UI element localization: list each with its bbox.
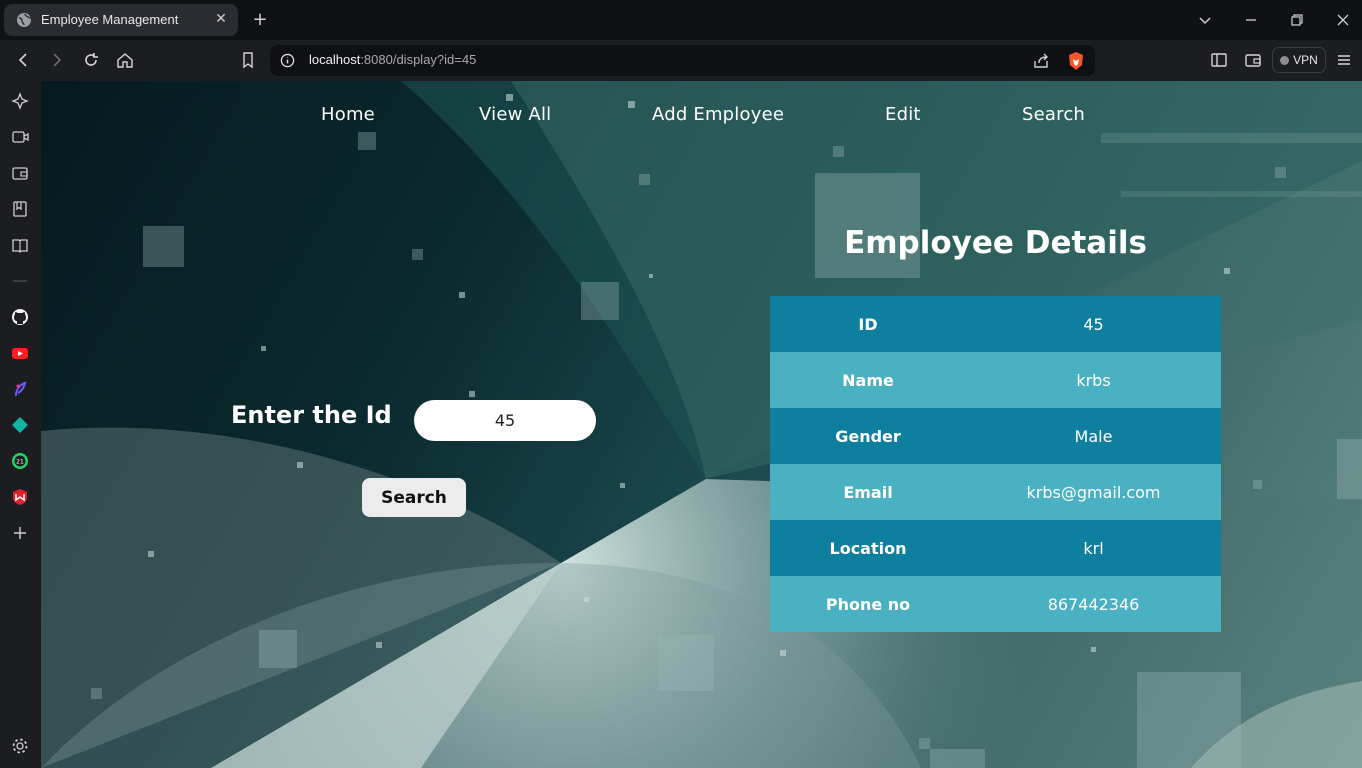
add-panel-icon[interactable]	[11, 524, 29, 542]
settings-icon[interactable]	[11, 737, 29, 755]
page-viewport: Home View All Add Employee Edit Search E…	[41, 81, 1362, 768]
wallet-icon[interactable]	[11, 164, 29, 182]
field-label: Phone no	[770, 576, 966, 632]
field-label: Email	[770, 464, 966, 520]
url-host: localhost	[309, 52, 361, 67]
video-icon[interactable]	[11, 128, 29, 146]
minimize-icon[interactable]	[1241, 10, 1261, 30]
id-input[interactable]	[414, 400, 596, 441]
share-icon[interactable]	[1032, 52, 1050, 70]
nav-edit[interactable]: Edit	[885, 104, 921, 125]
url-text: localhost:8080/display?id=45	[309, 52, 476, 67]
github-icon[interactable]	[11, 308, 29, 326]
reading-list-icon[interactable]	[11, 236, 29, 254]
vpn-label: VPN	[1293, 53, 1318, 67]
employee-details-table: ID 45 Name krbs Gender Male Email krbs@g…	[770, 296, 1221, 632]
restore-icon[interactable]	[1287, 10, 1307, 30]
table-row: Location krl	[770, 520, 1221, 576]
brave-shields-icon[interactable]	[1067, 51, 1085, 71]
diamond-app-icon[interactable]	[11, 416, 29, 434]
svg-text:21: 21	[16, 459, 24, 466]
chevron-down-icon[interactable]	[1195, 10, 1215, 30]
new-tab-icon[interactable]: +	[250, 10, 270, 30]
back-icon[interactable]	[13, 50, 33, 70]
employee-details-title: Employee Details	[844, 225, 1147, 261]
bookmark-icon[interactable]	[238, 50, 258, 70]
field-value: 45	[966, 296, 1221, 352]
field-value: krl	[966, 520, 1221, 576]
table-row: Email krbs@gmail.com	[770, 464, 1221, 520]
nav-add-employee[interactable]: Add Employee	[652, 104, 784, 125]
leo-ai-icon[interactable]	[11, 92, 29, 110]
table-row: Phone no 867442346	[770, 576, 1221, 632]
field-label: ID	[770, 296, 966, 352]
nav-home[interactable]: Home	[321, 104, 375, 125]
whatsapp-icon[interactable]: 21	[11, 452, 29, 470]
search-button[interactable]: Search	[362, 478, 466, 517]
address-bar[interactable]: localhost:8080/display?id=45	[270, 45, 1095, 76]
field-value: 867442346	[966, 576, 1221, 632]
wallet-icon[interactable]	[1243, 50, 1263, 70]
divider-icon	[13, 280, 27, 282]
forward-icon[interactable]	[47, 50, 67, 70]
close-tab-icon[interactable]: ✕	[212, 10, 230, 28]
bookmarks-icon[interactable]	[11, 200, 29, 218]
table-row: Name krbs	[770, 352, 1221, 408]
browser-sidebar: 21	[0, 81, 41, 768]
reload-icon[interactable]	[81, 50, 101, 70]
field-value: krbs	[966, 352, 1221, 408]
mcafee-icon[interactable]	[11, 488, 29, 506]
enter-id-label: Enter the Id	[231, 401, 392, 429]
table-row: Gender Male	[770, 408, 1221, 464]
field-label: Gender	[770, 408, 966, 464]
vpn-button[interactable]: VPN	[1272, 47, 1326, 73]
nav-search[interactable]: Search	[1022, 104, 1085, 125]
browser-tab-bar: Employee Management ✕ +	[0, 0, 1362, 40]
home-icon[interactable]	[115, 50, 135, 70]
browser-tab[interactable]: Employee Management ✕	[4, 4, 238, 36]
menu-icon[interactable]	[1334, 50, 1354, 70]
nav-view-all[interactable]: View All	[479, 104, 551, 125]
field-value: Male	[966, 408, 1221, 464]
tab-title: Employee Management	[41, 12, 179, 27]
globe-icon	[17, 13, 32, 27]
url-path: :8080/display?id=45	[360, 52, 477, 67]
vpn-status-icon	[1280, 55, 1290, 65]
feather-app-icon[interactable]	[11, 380, 29, 398]
close-window-icon[interactable]	[1333, 10, 1353, 30]
youtube-icon[interactable]	[11, 344, 29, 362]
sidebar-toggle-icon[interactable]	[1209, 50, 1229, 70]
table-row: ID 45	[770, 296, 1221, 352]
field-label: Name	[770, 352, 966, 408]
site-info-icon[interactable]	[280, 53, 295, 68]
field-label: Location	[770, 520, 966, 576]
field-value: krbs@gmail.com	[966, 464, 1221, 520]
